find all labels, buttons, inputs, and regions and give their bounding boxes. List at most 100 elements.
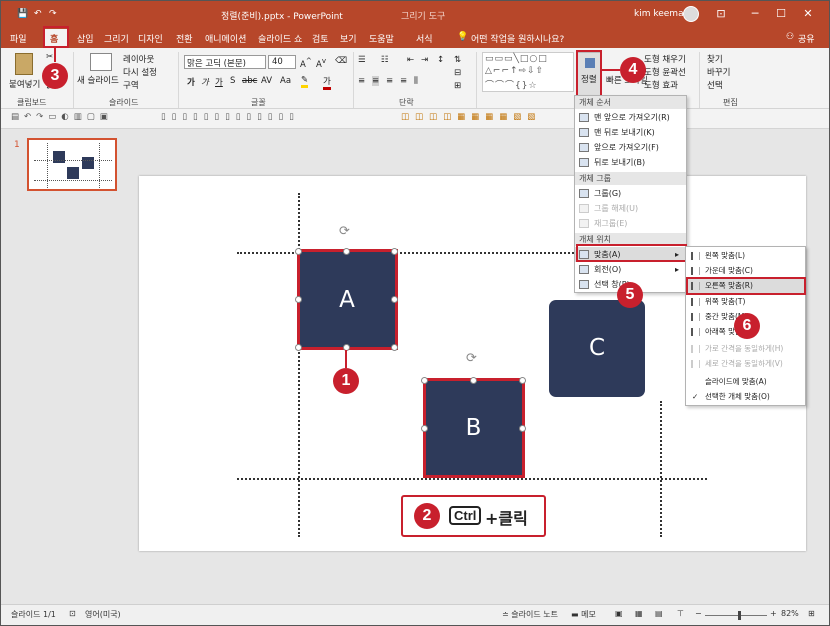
columns-icon[interactable]: ⫼ bbox=[414, 76, 418, 86]
align-center-item[interactable]: 가운데 맞춤(C) bbox=[686, 263, 805, 278]
resize-handle[interactable] bbox=[295, 296, 302, 303]
cut-icon[interactable]: ✂ bbox=[46, 52, 53, 62]
section-button[interactable]: 구역 bbox=[123, 79, 139, 91]
zoom-slider[interactable] bbox=[705, 611, 767, 620]
outdent-icon[interactable]: ⇥ bbox=[421, 55, 428, 65]
paste-icon[interactable] bbox=[15, 53, 33, 75]
tab-animations[interactable]: 애니메이션 bbox=[205, 32, 246, 45]
slide-sorter-icon[interactable]: ▦ bbox=[635, 609, 643, 618]
guide-vertical-right[interactable] bbox=[660, 401, 662, 537]
save-icon[interactable]: 💾 bbox=[17, 9, 28, 19]
menu-group[interactable]: 그룹(G) bbox=[575, 186, 686, 201]
italic-button[interactable]: 가 bbox=[201, 76, 209, 88]
replace-button[interactable]: 바꾸기 bbox=[707, 66, 730, 78]
rotate-handle-icon[interactable]: ⟳ bbox=[466, 351, 477, 366]
align-top-item[interactable]: 위쪽 맞춤(T) bbox=[686, 294, 805, 309]
justify-icon[interactable]: ≡ bbox=[400, 76, 407, 86]
resize-handle[interactable] bbox=[519, 425, 526, 432]
reading-view-icon[interactable]: ▤ bbox=[655, 609, 663, 618]
bullets-icon[interactable]: ☰ bbox=[358, 55, 366, 65]
highlight-icon[interactable]: ✎ bbox=[301, 75, 309, 88]
shape-effects-button[interactable]: 도형 효과 bbox=[644, 79, 678, 91]
resize-handle[interactable] bbox=[295, 344, 302, 351]
char-spacing-button[interactable]: AV bbox=[261, 76, 272, 86]
resize-handle[interactable] bbox=[391, 344, 398, 351]
avatar[interactable] bbox=[683, 6, 699, 22]
menu-send-to-back[interactable]: 맨 뒤로 보내기(K) bbox=[575, 125, 686, 140]
text-direction-icon[interactable]: ⇅ bbox=[454, 55, 461, 65]
tab-transitions[interactable]: 전환 bbox=[176, 32, 193, 45]
slide-thumbnail[interactable] bbox=[27, 138, 117, 191]
shape-outline-button[interactable]: 도형 윤곽선 bbox=[644, 66, 686, 78]
guide-horizontal-bottom[interactable] bbox=[237, 478, 707, 480]
shape-fill-button[interactable]: 도형 채우기 bbox=[644, 53, 686, 65]
change-case-button[interactable]: Aa bbox=[280, 76, 291, 86]
underline-button[interactable]: 가 bbox=[215, 76, 223, 88]
tab-help[interactable]: 도움말 bbox=[369, 32, 394, 45]
spell-check-icon[interactable]: ⊡ bbox=[69, 609, 76, 618]
tab-draw[interactable]: 그리기 bbox=[104, 32, 129, 45]
resize-handle[interactable] bbox=[343, 248, 350, 255]
share-icon[interactable]: ⚇ bbox=[786, 32, 794, 42]
tab-format[interactable]: 서식 bbox=[416, 32, 433, 45]
align-left-icon[interactable]: ≡ bbox=[358, 76, 365, 86]
font-color-icon[interactable]: 가 bbox=[323, 75, 331, 90]
shape-c[interactable]: C bbox=[549, 300, 645, 397]
indent-icon[interactable]: ⇤ bbox=[407, 55, 414, 65]
tab-slideshow[interactable]: 슬라이드 쇼 bbox=[258, 32, 302, 45]
align-to-slide-item[interactable]: 슬라이드에 맞춤(A) bbox=[686, 374, 805, 389]
reset-button[interactable]: 다시 설정 bbox=[123, 66, 157, 78]
resize-handle[interactable] bbox=[421, 377, 428, 384]
paste-button[interactable]: 붙여넣기 bbox=[9, 78, 40, 90]
redo-icon[interactable]: ↷ bbox=[49, 9, 57, 19]
tab-design[interactable]: 디자인 bbox=[138, 32, 163, 45]
resize-handle[interactable] bbox=[391, 248, 398, 255]
bold-button[interactable]: 가 bbox=[187, 76, 195, 88]
menu-rotate[interactable]: 회전(O) ▸ bbox=[575, 262, 686, 277]
layout-button[interactable]: 레이아웃 bbox=[123, 53, 154, 65]
zoom-level[interactable]: 82% bbox=[781, 609, 799, 618]
zoom-out-button[interactable]: − bbox=[695, 609, 702, 618]
zoom-slider-thumb[interactable] bbox=[738, 611, 742, 620]
align-selected-objects-item[interactable]: ✓ 선택한 개체 맞춤(O) bbox=[686, 389, 805, 404]
undo-icon[interactable]: ↶ bbox=[34, 9, 42, 19]
rotate-handle-icon[interactable]: ⟳ bbox=[339, 224, 350, 239]
font-name-select[interactable]: 맑은 고딕 (본문) bbox=[184, 55, 266, 69]
tab-insert[interactable]: 삽입 bbox=[77, 32, 94, 45]
close-button[interactable]: ✕ bbox=[793, 5, 823, 23]
tab-review[interactable]: 검토 bbox=[312, 32, 329, 45]
fit-to-window-icon[interactable]: ⊞ bbox=[808, 609, 815, 618]
zoom-in-button[interactable]: + bbox=[770, 609, 777, 618]
grow-font-icon[interactable]: A^ bbox=[300, 56, 312, 70]
menu-bring-to-front[interactable]: 맨 앞으로 가져오기(R) bbox=[575, 110, 686, 125]
language-status[interactable]: 영어(미국) bbox=[85, 609, 121, 620]
smartart-icon[interactable]: ⊞ bbox=[454, 81, 461, 91]
align-center-icon[interactable]: ≡ bbox=[372, 76, 380, 86]
guide-horizontal-top[interactable] bbox=[237, 252, 577, 254]
clear-format-icon[interactable]: ⌫ bbox=[335, 56, 347, 66]
menu-send-backward[interactable]: 뒤로 보내기(B) bbox=[575, 155, 686, 170]
select-button[interactable]: 선택 bbox=[707, 79, 723, 91]
align-right-icon[interactable]: ≡ bbox=[386, 76, 393, 86]
resize-handle[interactable] bbox=[519, 377, 526, 384]
notes-button[interactable]: ≐ 슬라이드 노트 bbox=[502, 609, 558, 620]
qat-icons-left[interactable]: ▤↶↷▭◐▥▢▣ bbox=[11, 112, 113, 122]
tab-view[interactable]: 보기 bbox=[340, 32, 357, 45]
qat-icons-right[interactable]: ◫◫◫◫▦▦▦▦▧▧ bbox=[401, 112, 541, 122]
maximize-button[interactable]: ☐ bbox=[766, 5, 796, 23]
shapes-gallery[interactable]: ▭▭▭╲□○□ △⌐⌐↑⇨⇩⇧ ⌒⌒⌒{}☆ bbox=[482, 52, 574, 92]
shadow-button[interactable]: S bbox=[230, 76, 235, 86]
tell-me-search[interactable]: 어떤 작업을 원하시나요? bbox=[471, 32, 564, 45]
tab-file[interactable]: 파일 bbox=[10, 32, 27, 45]
new-slide-icon[interactable] bbox=[90, 53, 112, 71]
share-button[interactable]: 공유 bbox=[798, 32, 815, 45]
ribbon-display-options-icon[interactable]: ⊡ bbox=[706, 5, 736, 23]
align-left-item[interactable]: 왼쪽 맞춤(L) bbox=[686, 248, 805, 263]
shrink-font-icon[interactable]: Av bbox=[316, 56, 326, 70]
font-size-select[interactable]: 40 bbox=[268, 55, 296, 69]
strikethrough-button[interactable]: abc bbox=[242, 76, 257, 86]
resize-handle[interactable] bbox=[421, 425, 428, 432]
new-slide-button[interactable]: 새 슬라이드 bbox=[77, 74, 119, 86]
comments-button[interactable]: ▬ 메모 bbox=[571, 609, 596, 620]
find-button[interactable]: 찾기 bbox=[707, 53, 723, 65]
